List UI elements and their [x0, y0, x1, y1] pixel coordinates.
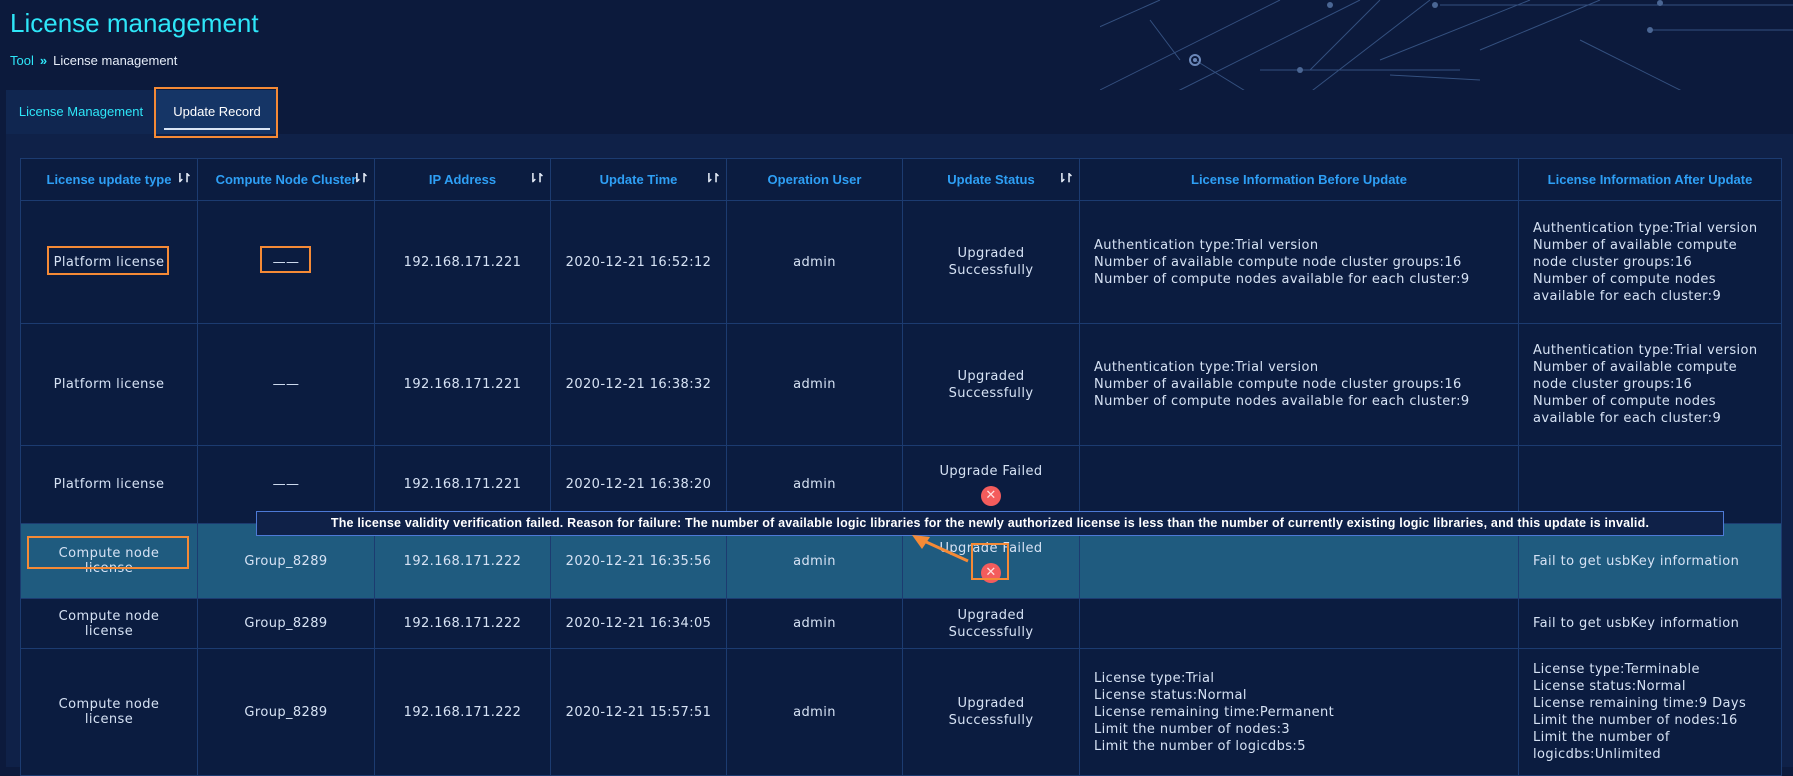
status-text: Successfully [948, 385, 1034, 401]
close-circle-icon[interactable]: ✕ [981, 486, 1001, 506]
tab-license-management[interactable]: License Management [6, 90, 156, 134]
license-info-line: License remaining time:9 Days [1533, 696, 1747, 711]
breadcrumb: Tool » License management [10, 53, 177, 68]
license-type-cell: Platform license [20, 445, 198, 524]
license-info-before-cell: Authentication type:Trial version Number … [1079, 323, 1519, 446]
status-text: Successfully [948, 263, 1034, 278]
cluster-cell: Group_8289 [197, 598, 375, 649]
license-info-line: Authentication type:Trial version [1533, 343, 1758, 358]
license-info-line: License remaining time:Permanent [1094, 704, 1335, 720]
operation-user-cell: admin [726, 598, 903, 649]
license-info-line: Number of compute nodes available for ea… [1094, 271, 1470, 287]
license-info-after-cell: License type:Terminable License status:No… [1518, 648, 1782, 776]
table-row[interactable]: Platform license —— 192.168.171.221 2020-12… [20, 200, 1782, 324]
license-info-line: Number of available compute node cluster… [1533, 360, 1737, 392]
failure-tooltip: The license validity verification failed… [256, 511, 1724, 536]
circuit-decoration [1100, 0, 1793, 100]
license-info-line: Number of compute nodes available for ea… [1533, 394, 1722, 426]
license-info-before-cell: Authentication type:Trial version Number … [1079, 200, 1519, 324]
license-info-line: Authentication type:Trial version [1533, 220, 1758, 236]
breadcrumb-tool-link[interactable]: Tool [10, 53, 34, 68]
operation-user-cell: admin [726, 648, 903, 776]
status-text: Upgraded [957, 246, 1025, 261]
update-status-cell: Upgraded Successfully [902, 200, 1080, 324]
license-info-after-cell: Fail to get usbKey information [1518, 598, 1782, 649]
sort-icon[interactable]: ⇂↾ [175, 171, 192, 185]
license-info-before-cell: License type:Trial License status:Normal L… [1079, 648, 1519, 776]
license-info-line: License type:Trial [1094, 670, 1215, 686]
status-text: Upgrade Failed [939, 464, 1043, 479]
update-time-cell: 2020-12-21 16:34:05 [550, 598, 727, 649]
license-info-line: License status:Normal [1094, 687, 1247, 703]
license-info-line: Limit the number of logicdbs:Unlimited [1533, 730, 1670, 762]
operation-user-cell: admin [726, 200, 903, 324]
status-text: Successfully [948, 713, 1034, 728]
column-header-license-info-after: License Information After Update [1518, 158, 1782, 201]
table-row[interactable]: Platform license —— 192.168.171.221 2020-12… [20, 323, 1782, 446]
update-time-cell: 2020-12-21 16:52:12 [550, 200, 727, 324]
ip-cell: 192.168.171.221 [374, 200, 551, 324]
license-info-line: License status:Normal [1533, 679, 1686, 694]
cluster-cell: —— [197, 323, 375, 446]
column-header-update-status[interactable]: Update Status ⇂↾ [902, 158, 1080, 201]
license-info-line: Number of available compute node cluster… [1094, 254, 1462, 270]
annotation-arrow-icon [912, 535, 969, 563]
cluster-cell: —— [197, 200, 375, 324]
tab-update-record[interactable]: Update Record [156, 90, 278, 134]
update-status-cell: Upgraded Successfully [902, 648, 1080, 776]
license-info-line: Authentication type:Trial version [1094, 360, 1319, 375]
update-status-cell: Upgraded Successfully [902, 323, 1080, 446]
operation-user-cell: admin [726, 323, 903, 446]
close-circle-icon[interactable]: ✕ [981, 562, 1001, 583]
update-status-cell: Upgraded Successfully [902, 598, 1080, 649]
status-text: Successfully [948, 624, 1034, 640]
license-info-line: Limit the number of logicdbs:5 [1094, 738, 1306, 754]
update-record-table: License update type ⇂↾ Compute Node Clust… [20, 158, 1782, 776]
license-info-line: Fail to get usbKey information [1533, 616, 1740, 631]
ip-cell: 192.168.171.221 [374, 323, 551, 446]
column-header-ip-address[interactable]: IP Address ⇂↾ [374, 158, 551, 201]
column-header-compute-node-cluster[interactable]: Compute Node Cluster ⇂↾ [197, 158, 375, 201]
status-text: Upgraded [957, 696, 1025, 711]
license-type-cell: Platform license [20, 323, 198, 446]
license-info-line: License type:Terminable [1533, 662, 1700, 677]
table-row[interactable]: Compute node license Group_8289 192.168.17… [20, 648, 1782, 776]
cluster-cell: Group_8289 [197, 648, 375, 776]
license-info-after-cell: Authentication type:Trial version Number … [1518, 200, 1782, 324]
update-time-cell: 2020-12-21 16:38:32 [550, 323, 727, 446]
table-row[interactable]: Compute node license Group_8289 192.168.17… [20, 598, 1782, 649]
update-time-cell: 2020-12-21 15:57:51 [550, 648, 727, 776]
license-type-cell: Compute node license [20, 523, 198, 599]
status-text: Upgraded [957, 607, 1025, 623]
tab-bar: License Management Update Record [6, 90, 1793, 134]
breadcrumb-separator-icon: » [39, 53, 48, 68]
sort-icon[interactable]: ⇂↾ [1057, 171, 1074, 185]
sort-icon[interactable]: ⇂↾ [704, 171, 721, 185]
license-info-line: Number of available compute node cluster… [1094, 377, 1462, 392]
license-type-cell: Compute node license [20, 598, 198, 649]
license-info-line: Fail to get usbKey information [1533, 553, 1740, 569]
status-text: Upgraded [957, 368, 1025, 384]
column-header-license-update-type[interactable]: License update type ⇂↾ [20, 158, 198, 201]
license-info-line: Number of compute nodes available for ea… [1094, 394, 1470, 409]
license-info-line: Number of available compute node cluster… [1533, 237, 1737, 270]
table-header-row: License update type ⇂↾ Compute Node Clust… [20, 158, 1782, 201]
ip-cell: 192.168.171.222 [374, 598, 551, 649]
license-info-after-cell: Authentication type:Trial version Number … [1518, 323, 1782, 446]
ip-cell: 192.168.171.222 [374, 648, 551, 776]
license-type-cell: Platform license [20, 200, 198, 324]
license-type-cell: Compute node license [20, 648, 198, 776]
breadcrumb-current: License management [53, 53, 178, 68]
column-header-license-info-before: License Information Before Update [1079, 158, 1519, 201]
license-info-before-cell [1079, 598, 1519, 649]
sort-icon[interactable]: ⇂↾ [528, 171, 545, 185]
license-info-line: Limit the number of nodes:3 [1094, 721, 1291, 737]
license-info-line: Limit the number of nodes:16 [1533, 713, 1738, 728]
column-header-update-time[interactable]: Update Time ⇂↾ [550, 158, 727, 201]
license-info-line: Number of compute nodes available for ea… [1533, 271, 1722, 304]
page-title: License management [10, 8, 259, 38]
column-header-operation-user: Operation User [726, 158, 903, 201]
license-info-line: Authentication type:Trial version [1094, 237, 1319, 253]
sort-icon[interactable]: ⇂↾ [352, 171, 369, 185]
